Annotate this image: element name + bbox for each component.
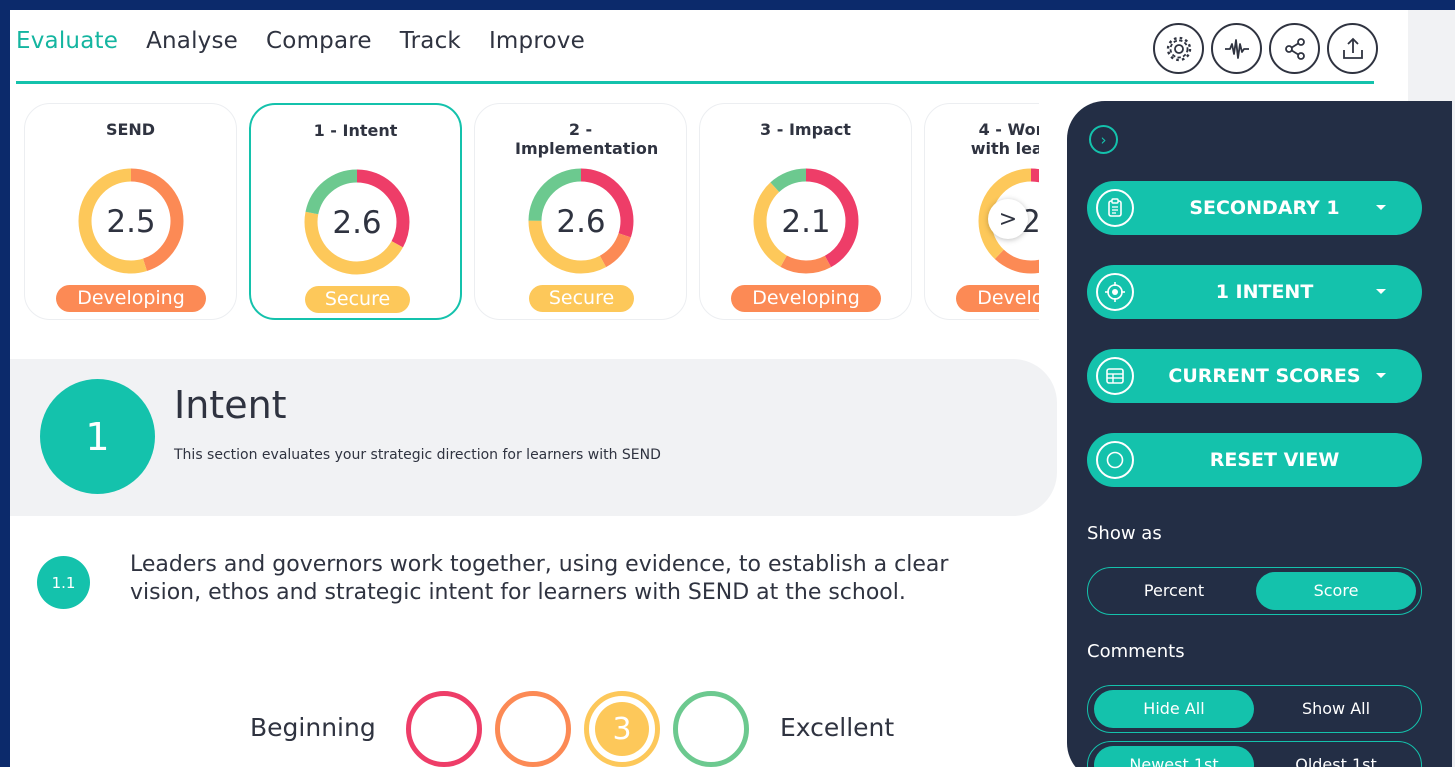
reset-circle-icon xyxy=(1096,441,1134,479)
donut-chart: 2.5 xyxy=(78,168,184,274)
scores-select-value: CURRENT SCORES xyxy=(1168,365,1361,387)
main-nav: Evaluate Analyse Compare Track Improve xyxy=(16,28,613,54)
show-as-label: Show as xyxy=(1087,523,1162,544)
school-select-value: SECONDARY 1 xyxy=(1189,197,1340,219)
card-title: 2 - Implementation xyxy=(515,120,659,158)
caret-down-icon xyxy=(1376,373,1386,378)
donut-chart: 2.6 xyxy=(304,169,410,275)
card-impact[interactable]: 3 - Impact 2.1 Developing xyxy=(699,103,912,320)
comments-hide-all[interactable]: Hide All xyxy=(1094,690,1254,728)
nav-improve[interactable]: Improve xyxy=(489,28,585,54)
export-button[interactable] xyxy=(1327,23,1378,74)
order-newest-first[interactable]: Newest 1st xyxy=(1094,746,1254,767)
nav-analyse[interactable]: Analyse xyxy=(146,28,238,54)
nav-compare[interactable]: Compare xyxy=(266,28,372,54)
card-title: 1 - Intent xyxy=(313,121,398,140)
school-select[interactable]: SECONDARY 1 xyxy=(1087,181,1422,235)
chevron-right-icon: > xyxy=(998,206,1018,232)
show-as-toggle: Percent Score xyxy=(1087,567,1422,615)
share-icon xyxy=(1284,37,1305,60)
section-header: 1 Intent This section evaluates your str… xyxy=(10,359,1057,516)
app-screen: Evaluate Analyse Compare Track Improve S… xyxy=(10,10,1455,767)
section-title: Intent xyxy=(174,383,287,427)
nav-underline xyxy=(16,81,1374,84)
nav-track[interactable]: Track xyxy=(400,28,461,54)
score-cards-carousel: SEND 2.5 Developing 1 - Intent 2.6 Secur… xyxy=(24,103,1039,323)
caret-down-icon xyxy=(1376,205,1386,210)
status-badge: Secure xyxy=(305,286,410,313)
comments-toggle: Hide All Show All xyxy=(1087,685,1422,733)
caret-down-icon xyxy=(1376,289,1386,294)
card-intent[interactable]: 1 - Intent 2.6 Secure xyxy=(249,103,462,320)
comments-show-all[interactable]: Show All xyxy=(1256,690,1416,728)
rating-option-3-selected[interactable]: 3 xyxy=(584,691,660,767)
card-score: 2.6 xyxy=(332,205,381,241)
analytics-button[interactable] xyxy=(1211,23,1262,74)
pulse-waveform-icon xyxy=(1224,38,1249,59)
section-select[interactable]: 1 INTENT xyxy=(1087,265,1422,319)
status-badge: Developing xyxy=(731,285,881,312)
card-title: 4 - Working with learners xyxy=(970,120,1039,158)
section-description: This section evaluates your strategic di… xyxy=(174,447,661,463)
show-as-score[interactable]: Score xyxy=(1256,572,1416,610)
order-oldest-first[interactable]: Oldest 1st xyxy=(1256,746,1416,767)
reset-view-label: RESET VIEW xyxy=(1209,449,1340,471)
donut-chart: 2.6 xyxy=(528,168,634,274)
card-send[interactable]: SEND 2.5 Developing xyxy=(24,103,237,320)
question-text: Leaders and governors work together, usi… xyxy=(130,552,949,605)
carousel-next-button[interactable]: > xyxy=(988,199,1028,239)
comments-label: Comments xyxy=(1087,641,1185,662)
card-title: SEND xyxy=(105,120,156,139)
rating-high-label: Excellent xyxy=(780,713,895,742)
section-select-value: 1 INTENT xyxy=(1215,281,1314,303)
panel-collapse-button[interactable]: › xyxy=(1089,125,1118,154)
status-badge: Developing xyxy=(56,285,206,312)
comments-order-toggle: Newest 1st Oldest 1st xyxy=(1087,741,1422,767)
rating-option-2[interactable] xyxy=(495,691,571,767)
selected-rating-value: 3 xyxy=(595,702,649,756)
card-score: 2.6 xyxy=(556,204,605,240)
section-number: 1 xyxy=(40,379,155,494)
status-badge: Secure xyxy=(529,285,634,312)
card-score: 2.1 xyxy=(781,204,830,240)
clipboard-icon xyxy=(1096,189,1134,227)
filter-panel: › SECONDARY 1 1 INTENT CURRENT SCORES RE… xyxy=(1067,101,1452,767)
scores-select[interactable]: CURRENT SCORES xyxy=(1087,349,1422,403)
card-score: 2.5 xyxy=(106,204,155,240)
rating-option-1[interactable] xyxy=(406,691,482,767)
rating-option-4[interactable] xyxy=(673,691,749,767)
rating-low-label: Beginning xyxy=(250,713,376,742)
donut-chart: 2.1 xyxy=(753,168,859,274)
question-number: 1.1 xyxy=(37,556,90,609)
settings-button[interactable] xyxy=(1153,23,1204,74)
nav-evaluate[interactable]: Evaluate xyxy=(16,28,118,54)
share-button[interactable] xyxy=(1269,23,1320,74)
settings-gear-icon xyxy=(1166,36,1191,61)
table-icon xyxy=(1096,357,1134,395)
card-implementation[interactable]: 2 - Implementation 2.6 Secure xyxy=(474,103,687,320)
upload-export-icon xyxy=(1342,37,1363,59)
toolbar-icons xyxy=(1153,23,1378,74)
target-icon xyxy=(1096,273,1134,311)
card-title: 3 - Impact xyxy=(760,120,851,139)
reset-view-button[interactable]: RESET VIEW xyxy=(1087,433,1422,487)
show-as-percent[interactable]: Percent xyxy=(1094,572,1254,610)
chevron-right-icon: › xyxy=(1100,130,1107,149)
status-badge: Developing xyxy=(956,285,1039,312)
